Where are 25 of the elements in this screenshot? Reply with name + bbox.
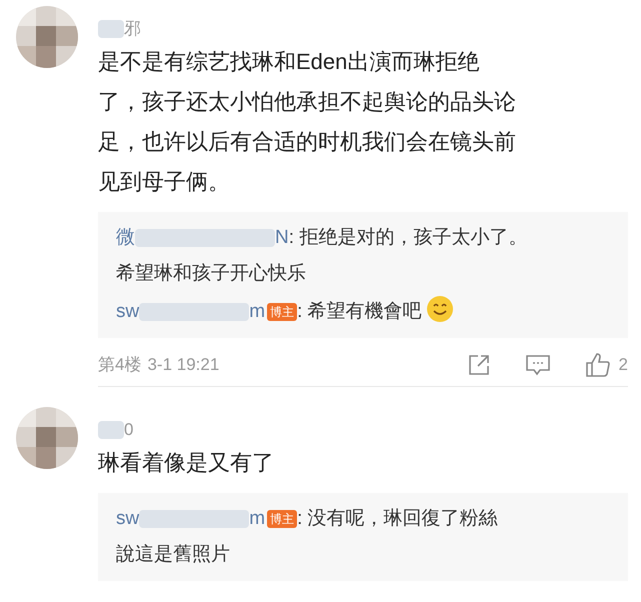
thumbs-up-icon[interactable] (584, 352, 611, 378)
reply-username-end[interactable]: m (249, 294, 266, 330)
share-icon[interactable] (466, 353, 491, 377)
reply-text: 說這是舊照片 (116, 543, 230, 567)
author-badge: 博主 (267, 303, 298, 321)
reply-username-end[interactable]: m (249, 501, 266, 537)
reply-text: : 拒绝是对的，孩子太小了。 (288, 227, 528, 248)
blur-mask (98, 421, 124, 439)
comment-text: 琳看着像是又有了 (98, 449, 274, 477)
reply-text: : 希望有機會吧 (297, 301, 422, 322)
username-end: 邪 (124, 18, 141, 40)
reply-username-start[interactable]: sw (116, 294, 140, 330)
floor-number: 第4楼 (98, 354, 142, 376)
author-badge: 博主 (267, 510, 298, 528)
reply-text: : 没有呢，琳回復了粉絲 (297, 508, 498, 529)
reply-username-end[interactable]: N (275, 220, 289, 256)
reply-username-start[interactable]: 微 (116, 220, 135, 256)
blur-mask (98, 20, 124, 38)
comment-time: 3-1 19:21 (147, 354, 220, 376)
like-count: 2 (618, 354, 628, 376)
comment-text: 是不是有综艺找琳和Eden出演而琳拒绝 了，孩子还太小怕他承担不起舆论的品头论 足，也许以后有合适的时机我们会在镜头前 见到母子俩。 (98, 48, 516, 196)
reply-username-start[interactable]: sw (116, 501, 140, 537)
username-end: 0 (124, 419, 134, 442)
reply-text: 希望琳和孩子开心快乐 (116, 262, 306, 286)
comment-icon[interactable] (524, 353, 551, 377)
